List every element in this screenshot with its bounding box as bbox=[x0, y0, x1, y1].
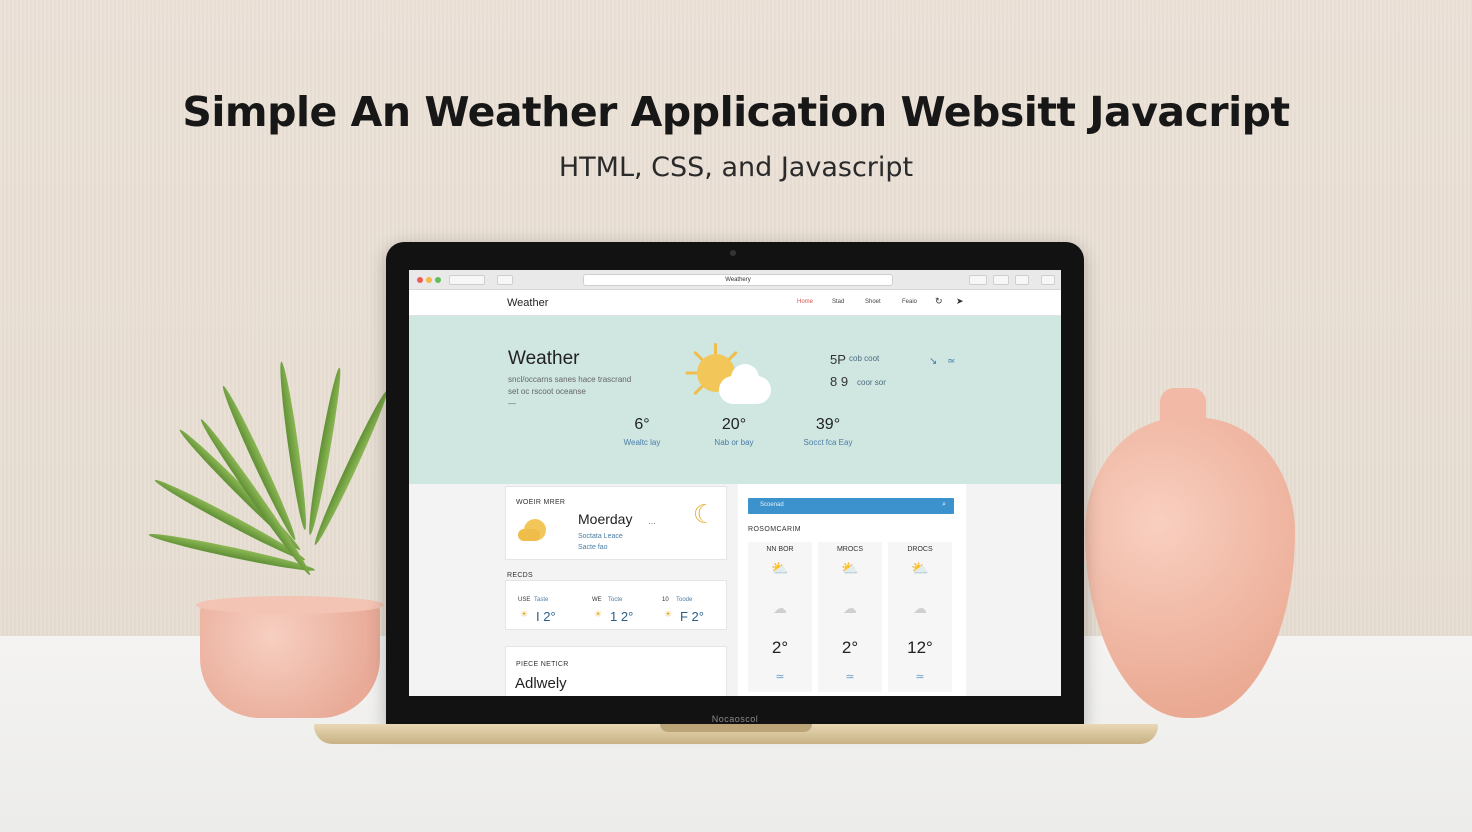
today-suffix: … bbox=[648, 517, 656, 526]
camera-icon bbox=[730, 250, 736, 256]
hero-description-line: — bbox=[508, 399, 516, 408]
hourly-temp: F 2° bbox=[680, 609, 704, 624]
nav-link-2[interactable]: Stad bbox=[832, 299, 844, 305]
hero-temp-label: Nab or bay bbox=[714, 438, 754, 447]
search-input[interactable]: Scoenad ⌕ bbox=[748, 498, 954, 514]
hero-section: Weather sncl/occarns sanes hace trascran… bbox=[409, 316, 1061, 484]
share-button[interactable] bbox=[969, 275, 987, 285]
partly-sunny-icon: ⛅ bbox=[771, 560, 789, 576]
plant-illustration bbox=[130, 330, 400, 630]
sun-cloud-icon bbox=[679, 336, 779, 406]
sun-icon: ☀ bbox=[594, 609, 603, 619]
back-forward-button[interactable] bbox=[449, 275, 485, 285]
hourly-time: USE bbox=[518, 597, 531, 603]
nav-link-4[interactable]: Feaio bbox=[902, 299, 917, 305]
moon-icon: ☾ bbox=[692, 499, 716, 529]
poster-title: Simple An Weather Application Websitt Ja… bbox=[182, 88, 1290, 136]
hourly-time-label: Taste bbox=[534, 597, 549, 603]
forecast-day-temp: 12° bbox=[907, 638, 933, 657]
close-window-icon[interactable] bbox=[417, 277, 423, 283]
forecast-day-name: MROCS bbox=[836, 546, 864, 553]
wind-arrow-icon: ↘ bbox=[929, 356, 938, 367]
nav-link-home[interactable]: Home bbox=[797, 299, 813, 305]
hero-title: Weather bbox=[508, 348, 580, 369]
search-placeholder: Scoenad bbox=[760, 502, 784, 508]
refresh-icon[interactable]: ↻ bbox=[935, 296, 943, 307]
hero-stat-value: 8 9 bbox=[830, 374, 849, 389]
sidebar-toggle-button[interactable] bbox=[497, 275, 513, 285]
activity-value: Adlwely bbox=[515, 675, 567, 692]
hourly-card: USE Taste ☀ I 2° WE Tocte ☀ 1 2° 10 Tood… bbox=[505, 580, 727, 630]
hourly-time-label: Tocte bbox=[608, 597, 623, 603]
today-day: Moerday bbox=[578, 511, 633, 527]
wind-icon: ≃ bbox=[775, 671, 785, 683]
forecast-day-name: NN BOR bbox=[766, 546, 794, 553]
site-logo[interactable]: Weather bbox=[507, 297, 548, 309]
tabs-overview-button[interactable] bbox=[1041, 275, 1055, 285]
today-description: Soctata Leace Sacte fao bbox=[578, 531, 623, 553]
today-label: WOEIR MRER bbox=[516, 499, 566, 506]
forecast-day-temp: 2° bbox=[841, 638, 859, 657]
maximize-window-icon[interactable] bbox=[435, 277, 441, 283]
forecast-day-name: DROCS bbox=[907, 546, 933, 553]
wind-icon: ≃ bbox=[915, 671, 925, 683]
hero-temp-label: Socct fca Eay bbox=[803, 438, 853, 447]
laptop-notch bbox=[660, 724, 812, 732]
reload-button[interactable] bbox=[993, 275, 1009, 285]
cloud-icon: ☁ bbox=[843, 600, 857, 616]
nav-link-3[interactable]: Shoet bbox=[865, 299, 881, 305]
hero-stat-text: coor sor bbox=[857, 378, 886, 387]
hero-temp: 39° bbox=[815, 416, 841, 433]
hero-description-line: set oc rscoot oceanse bbox=[508, 387, 586, 396]
forecast-day-temp: 2° bbox=[771, 638, 789, 657]
hourly-time-label: Toode bbox=[676, 597, 693, 603]
poster-subtitle: HTML, CSS, and Javascript bbox=[558, 152, 914, 183]
hero-stat-text: cob coot bbox=[849, 354, 880, 363]
forecast-heading: ROSOMCARIM bbox=[748, 526, 801, 533]
forecast-day[interactable]: NN BOR ⛅ ☁ 2° ≃ bbox=[748, 546, 812, 692]
today-desc-line: Sacte fao bbox=[578, 544, 608, 551]
today-desc-line: Soctata Leace bbox=[578, 533, 623, 540]
activity-label: PIECE NETICR bbox=[516, 661, 569, 668]
site-header: Weather Home Stad Shoet Feaio ↻ ➤ bbox=[409, 290, 1061, 316]
laptop-screen: Weathery Weather Home Stad Shoet Feaio ↻… bbox=[409, 270, 1061, 696]
activity-card[interactable]: PIECE NETICR Adlwely bbox=[505, 646, 727, 696]
hero-stat-value: 5P bbox=[830, 352, 846, 367]
minimize-window-icon[interactable] bbox=[426, 277, 432, 283]
cloud-icon: ☁ bbox=[773, 600, 787, 616]
hourly-time: 10 bbox=[662, 597, 669, 603]
sun-icon: ☀ bbox=[520, 609, 529, 619]
partly-sunny-icon: ⛅ bbox=[911, 560, 929, 576]
wind-icon: ≃ bbox=[845, 671, 855, 683]
plant-pot bbox=[200, 600, 380, 718]
wind-icon: ≃ bbox=[947, 356, 956, 367]
search-icon[interactable]: ⌕ bbox=[942, 501, 946, 509]
sun-icon bbox=[518, 517, 548, 543]
new-tab-button[interactable] bbox=[1015, 275, 1029, 285]
location-icon[interactable]: ➤ bbox=[956, 296, 964, 307]
hourly-time: WE bbox=[592, 597, 602, 603]
sun-icon: ☀ bbox=[664, 609, 673, 619]
forecast-day[interactable]: MROCS ⛅ ☁ 2° ≃ bbox=[818, 546, 882, 692]
laptop-brand: Nocaoscol bbox=[711, 714, 759, 724]
hourly-temp: I 2° bbox=[536, 609, 556, 624]
forecast-day[interactable]: DROCS ⛅ ☁ 12° ≃ bbox=[888, 546, 952, 692]
partly-sunny-icon: ⛅ bbox=[841, 560, 859, 576]
address-bar[interactable]: Weathery bbox=[583, 274, 893, 286]
hourly-temp: 1 2° bbox=[610, 609, 634, 624]
hero-description-line: sncl/occarns sanes hace trascrand bbox=[508, 375, 632, 384]
hero-description: sncl/occarns sanes hace trascrand set oc… bbox=[508, 374, 658, 410]
cloud-icon: ☁ bbox=[913, 600, 927, 616]
hero-temp: 6° bbox=[634, 416, 650, 433]
forecast-panel: Scoenad ⌕ ROSOMCARIM NN BOR ⛅ ☁ 2° ≃ MRO… bbox=[738, 484, 966, 696]
hero-temp: 20° bbox=[721, 416, 747, 433]
hourly-label: RECDS bbox=[507, 572, 534, 579]
browser-toolbar: Weathery bbox=[409, 270, 1061, 290]
today-card[interactable]: WOEIR MRER Moerday … Soctata Leace Sacte… bbox=[505, 486, 727, 560]
plant-pot-rim bbox=[196, 596, 384, 614]
hero-temp-label: Wealtc lay bbox=[623, 438, 661, 447]
